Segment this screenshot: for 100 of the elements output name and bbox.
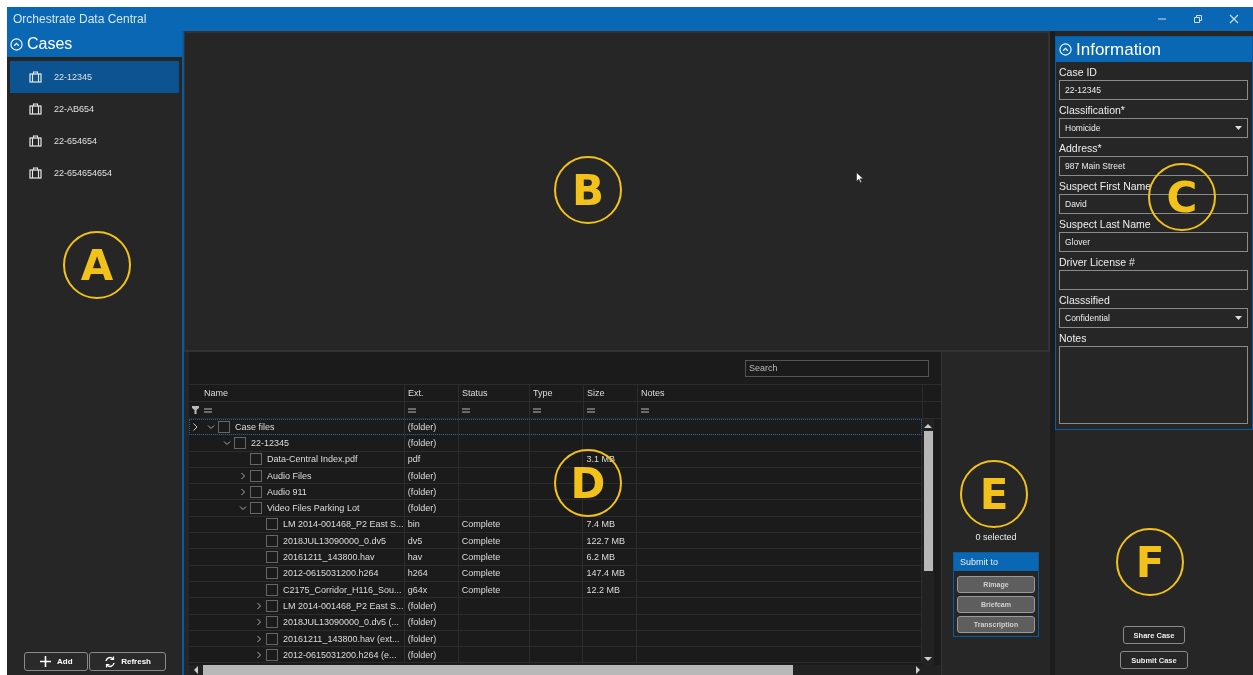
checkbox[interactable] xyxy=(266,567,278,580)
scroll-down-icon[interactable] xyxy=(923,656,933,662)
checkbox[interactable] xyxy=(266,551,278,563)
case-item[interactable]: 22-AB654 xyxy=(10,93,179,125)
table-row[interactable]: C2175_Corridor_H116_Sou... g64x Complete 12.2 MB xyxy=(189,581,922,599)
table-row[interactable]: Case files (folder) xyxy=(189,419,922,436)
checkbox[interactable] xyxy=(266,648,278,661)
text-field[interactable]: 22-12345 xyxy=(1059,80,1248,100)
dropdown[interactable]: Confidential xyxy=(1059,308,1248,328)
file-status: Complete xyxy=(461,535,501,546)
table-row[interactable]: 20161211_143800.hav hav Complete 6.2 MB xyxy=(189,549,922,566)
field-label: Driver License # xyxy=(1059,255,1136,270)
close-icon[interactable] xyxy=(1229,14,1239,24)
file-extension: (folder) xyxy=(407,649,437,660)
file-extension: (folder) xyxy=(407,503,437,514)
text-field[interactable] xyxy=(1059,270,1248,290)
file-name: 22-12345 xyxy=(251,437,290,448)
caret-icon xyxy=(1235,126,1242,130)
table-row[interactable]: 2018JUL13090000_0.dv5 (... (folder) xyxy=(189,614,922,631)
file-extension: g64x xyxy=(407,584,428,595)
refresh-button[interactable]: Refresh xyxy=(89,652,166,671)
group-title: Submit to xyxy=(954,553,1038,571)
chevron-icon[interactable] xyxy=(239,487,247,496)
file-status: Complete xyxy=(461,568,501,579)
panel-title: Information xyxy=(1076,39,1162,60)
briefcase-icon xyxy=(29,103,42,115)
field-label: Address* xyxy=(1059,141,1103,156)
file-extension: (folder) xyxy=(407,617,437,628)
chevron-icon[interactable] xyxy=(239,504,247,513)
case-item[interactable]: 22-654654654 xyxy=(10,157,179,189)
table-row[interactable]: LM 2014-001468_P2 East S... (folder) xyxy=(189,598,922,615)
chevron-icon[interactable] xyxy=(255,618,263,627)
chevron-icon[interactable] xyxy=(207,422,215,431)
table-row[interactable]: 20161211_143800.hav (ext... (folder) xyxy=(189,630,922,648)
file-name: 20161211_143800.hav xyxy=(283,552,375,562)
scroll-left-icon[interactable] xyxy=(193,665,199,675)
case-item[interactable]: 22-654654 xyxy=(10,125,179,157)
search-field[interactable]: Search xyxy=(745,359,929,377)
chevron-icon[interactable] xyxy=(239,471,247,480)
file-name: Case files xyxy=(235,421,275,432)
chevron-icon[interactable] xyxy=(255,650,263,659)
vertical-scrollbar[interactable] xyxy=(922,419,934,665)
file-extension: pdf xyxy=(407,454,421,465)
text-field[interactable]: Glover xyxy=(1059,232,1248,252)
checkbox[interactable] xyxy=(266,616,278,629)
checkbox[interactable] xyxy=(266,583,278,596)
current-row-icon xyxy=(192,422,198,431)
briefcase-icon xyxy=(29,167,42,179)
checkbox[interactable] xyxy=(266,518,278,531)
checkbox[interactable] xyxy=(250,485,262,498)
table-row[interactable]: 2012-0615031200.h264 h264 Complete 147.4 MB xyxy=(189,565,922,582)
table-row[interactable]: 2018JUL13090000_0.dv5 dv5 Complete 122.7 MB xyxy=(189,533,922,550)
filter-operator-icon[interactable] xyxy=(408,407,416,413)
column-header[interactable]: Name xyxy=(201,385,405,401)
caret-icon xyxy=(1235,316,1242,320)
filter-operator-icon[interactable] xyxy=(533,407,541,413)
callout-marker: E xyxy=(960,460,1028,528)
checkbox[interactable] xyxy=(266,599,278,612)
file-extension: (folder) xyxy=(407,437,437,448)
file-extension: bin xyxy=(407,519,420,530)
table-row[interactable]: 22-12345 (folder) xyxy=(189,435,922,452)
text-field[interactable]: 987 Main Street xyxy=(1059,156,1248,176)
table-row[interactable]: 2012-0615031200.h264 (e... (folder) xyxy=(189,647,922,664)
checkbox[interactable] xyxy=(266,534,278,547)
filter-operator-icon[interactable] xyxy=(587,407,595,413)
file-extension: (folder) xyxy=(407,600,437,611)
checkbox[interactable] xyxy=(266,632,278,645)
checkbox[interactable] xyxy=(250,502,262,515)
column-header[interactable]: Status xyxy=(459,385,530,401)
filter-operator-icon[interactable] xyxy=(641,407,649,413)
scroll-up-icon[interactable] xyxy=(923,423,933,429)
collapse-icon[interactable] xyxy=(10,37,23,51)
add-button[interactable]: Add xyxy=(24,652,88,671)
chevron-icon[interactable] xyxy=(223,438,231,447)
table-row[interactable]: LM 2014-001468_P2 East S... bin Complete 7.4 MB xyxy=(189,516,922,534)
notes-field[interactable] xyxy=(1059,346,1248,424)
file-name: 2018JUL13090000_0.dv5 xyxy=(283,535,387,546)
scroll-right-icon[interactable] xyxy=(915,665,921,675)
checkbox[interactable] xyxy=(234,436,246,449)
horizontal-scrollbar[interactable] xyxy=(189,665,941,675)
checkbox[interactable] xyxy=(218,420,230,433)
column-header[interactable]: Size xyxy=(584,385,638,401)
chevron-icon[interactable] xyxy=(255,601,263,610)
dropdown[interactable]: Homicide xyxy=(1059,118,1248,138)
column-header[interactable]: Ext. xyxy=(405,385,459,401)
file-name: 2012-0615031200.h264 (e... xyxy=(283,649,397,660)
filter-operator-icon[interactable] xyxy=(462,407,470,413)
plus-icon xyxy=(39,655,52,668)
collapse-icon[interactable] xyxy=(1059,43,1072,56)
column-header[interactable]: Type xyxy=(530,385,584,401)
filter-icon[interactable] xyxy=(191,406,199,414)
table-row[interactable]: Video Files Parking Lot (folder) xyxy=(189,500,922,517)
checkbox[interactable] xyxy=(250,469,262,482)
checkbox[interactable] xyxy=(250,453,262,466)
filter-operator-icon[interactable] xyxy=(204,407,212,413)
restore-icon[interactable] xyxy=(1193,14,1203,24)
file-extension: (folder) xyxy=(407,486,437,497)
column-header[interactable]: Notes xyxy=(638,385,923,401)
chevron-icon[interactable] xyxy=(255,634,263,643)
case-item[interactable]: 22-12345 xyxy=(10,61,179,93)
